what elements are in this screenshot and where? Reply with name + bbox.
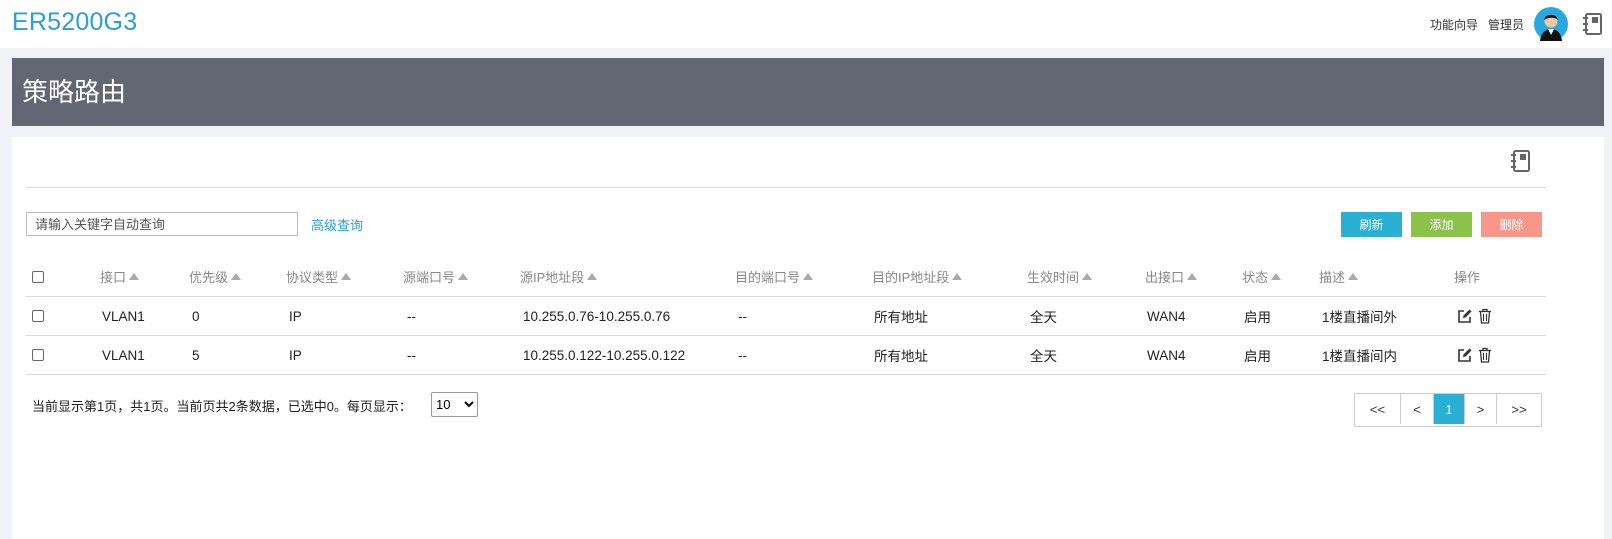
top-bar: ER5200G3 功能向导 管理员 — [0, 0, 1612, 48]
cell-src-ip: 10.255.0.76-10.255.0.76 — [523, 308, 671, 324]
col-desc-label: 描述 — [1319, 270, 1346, 285]
col-time-label: 生效时间 — [1027, 270, 1080, 285]
top-right-area: 功能向导 管理员 — [1430, 0, 1612, 48]
page-header: 策略路由 — [12, 58, 1604, 126]
cell-time: 全天 — [1030, 349, 1057, 364]
col-priority[interactable]: 优先级 — [189, 257, 242, 296]
cell-operations — [1457, 297, 1497, 335]
cell-state: 启用 — [1244, 310, 1271, 325]
row-checkbox[interactable] — [32, 349, 44, 361]
page-size-select[interactable]: 10 — [431, 392, 478, 417]
sort-asc-icon — [231, 273, 242, 280]
search-input[interactable] — [26, 212, 298, 236]
col-time[interactable]: 生效时间 — [1027, 257, 1093, 296]
sort-asc-icon — [341, 273, 352, 280]
cell-out-interface: WAN4 — [1147, 347, 1186, 363]
wizard-link[interactable]: 功能向导 — [1430, 16, 1478, 33]
cell-operations — [1457, 336, 1497, 374]
next-page-button[interactable]: > — [1465, 394, 1497, 424]
sort-asc-icon — [1348, 273, 1359, 280]
pagination: << < 1 > >> — [1354, 393, 1542, 427]
sort-asc-icon — [1271, 273, 1282, 280]
sort-asc-icon — [458, 273, 469, 280]
col-dst-port[interactable]: 目的端口号 — [735, 257, 814, 296]
sort-asc-icon — [587, 273, 598, 280]
cell-src-port: -- — [407, 347, 416, 363]
cell-dst-ip: 所有地址 — [874, 349, 928, 364]
cell-protocol: IP — [289, 347, 302, 363]
sort-asc-icon — [803, 273, 814, 280]
row-check-cell — [32, 336, 44, 374]
select-all-checkbox[interactable] — [32, 270, 44, 283]
cell-src-port: -- — [407, 308, 416, 324]
col-out-interface-label: 出接口 — [1145, 270, 1185, 285]
brand-logo: ER5200G3 — [12, 8, 138, 36]
cell-time: 全天 — [1030, 310, 1057, 325]
cell-interface: VLAN1 — [102, 308, 145, 324]
col-desc[interactable]: 描述 — [1319, 257, 1359, 296]
sort-asc-icon — [952, 273, 963, 280]
current-page-button[interactable]: 1 — [1434, 394, 1465, 424]
delete-button[interactable]: 删除 — [1481, 212, 1542, 237]
cell-desc: 1楼直播间内 — [1322, 349, 1398, 364]
col-out-interface[interactable]: 出接口 — [1145, 257, 1198, 296]
col-state-label: 状态 — [1242, 270, 1269, 285]
sort-asc-icon — [1082, 273, 1093, 280]
cell-interface: VLAN1 — [102, 347, 145, 363]
col-operation: 操作 — [1454, 257, 1480, 296]
last-page-button[interactable]: >> — [1497, 394, 1541, 424]
cell-dst-port: -- — [738, 347, 747, 363]
notebook-icon[interactable] — [1510, 149, 1532, 173]
sort-asc-icon — [1187, 273, 1198, 280]
col-protocol[interactable]: 协议类型 — [286, 257, 352, 296]
col-dst-ip[interactable]: 目的IP地址段 — [872, 257, 963, 296]
cell-state: 启用 — [1244, 349, 1271, 364]
cell-protocol: IP — [289, 308, 302, 324]
col-interface-label: 接口 — [100, 270, 127, 285]
cell-priority: 5 — [192, 347, 200, 363]
first-page-button[interactable]: << — [1355, 394, 1401, 424]
page-title: 策略路由 — [22, 77, 127, 107]
table-row[interactable]: VLAN1 0 IP -- 10.255.0.76-10.255.0.76 --… — [26, 297, 1546, 336]
cell-src-ip: 10.255.0.122-10.255.0.122 — [523, 347, 686, 363]
prev-page-button[interactable]: < — [1401, 394, 1434, 424]
table-row[interactable]: VLAN1 5 IP -- 10.255.0.122-10.255.0.122 … — [26, 336, 1546, 375]
cell-dst-port: -- — [738, 308, 747, 324]
add-button[interactable]: 添加 — [1411, 212, 1472, 237]
table-header: 接口 优先级 协议类型 源端口号 源IP地址段 目的端口号 目的IP地址段 生效… — [26, 257, 1546, 297]
col-state[interactable]: 状态 — [1242, 257, 1282, 296]
col-src-ip-label: 源IP地址段 — [520, 270, 585, 285]
col-priority-label: 优先级 — [189, 270, 229, 285]
col-src-ip[interactable]: 源IP地址段 — [520, 257, 598, 296]
refresh-button[interactable]: 刷新 — [1341, 212, 1402, 237]
divider — [26, 187, 1546, 188]
sort-asc-icon — [129, 273, 140, 280]
admin-link[interactable]: 管理员 — [1488, 16, 1524, 33]
select-all-cell — [32, 257, 44, 296]
col-interface[interactable]: 接口 — [100, 257, 140, 296]
cell-desc: 1楼直播间外 — [1322, 310, 1398, 325]
page-info: 当前显示第1页，共1页。当前页共2条数据，已选中0。每页显示： — [32, 399, 412, 414]
avatar-icon[interactable] — [1534, 7, 1568, 41]
col-dst-ip-label: 目的IP地址段 — [872, 270, 950, 285]
cell-dst-ip: 所有地址 — [874, 310, 928, 325]
policy-route-table: 接口 优先级 协议类型 源端口号 源IP地址段 目的端口号 目的IP地址段 生效… — [26, 257, 1546, 375]
cell-out-interface: WAN4 — [1147, 308, 1186, 324]
main-panel: 高级查询 刷新 添加 删除 接口 优先级 协议类型 源端口号 源IP地址段 目的… — [12, 137, 1604, 539]
advanced-search-link[interactable]: 高级查询 — [311, 215, 363, 234]
edit-icon[interactable] — [1457, 347, 1473, 363]
col-operation-label: 操作 — [1454, 270, 1481, 285]
notebook-icon[interactable] — [1582, 12, 1604, 36]
edit-icon[interactable] — [1457, 308, 1473, 324]
col-dst-port-label: 目的端口号 — [735, 270, 801, 285]
row-checkbox[interactable] — [32, 310, 44, 322]
col-src-port-label: 源端口号 — [403, 270, 456, 285]
trash-icon[interactable] — [1477, 308, 1493, 324]
trash-icon[interactable] — [1477, 347, 1493, 363]
col-src-port[interactable]: 源端口号 — [403, 257, 469, 296]
cell-priority: 0 — [192, 308, 200, 324]
col-protocol-label: 协议类型 — [286, 270, 339, 285]
row-check-cell — [32, 297, 44, 335]
